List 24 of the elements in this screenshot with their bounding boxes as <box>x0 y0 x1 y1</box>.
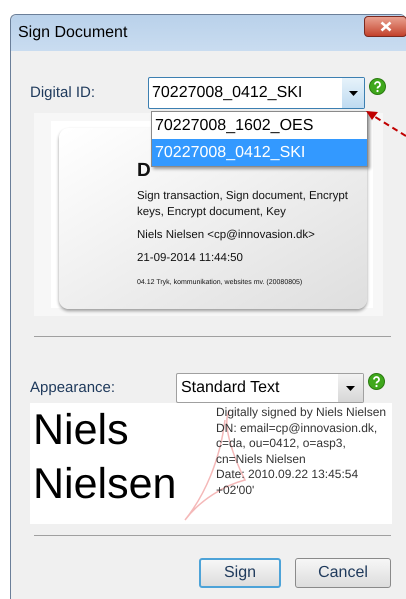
signature-details: Digitally signed by Niels Nielsen <box>216 405 388 420</box>
digital-id-dropdown[interactable]: 70227008_0412_SKI <box>148 77 365 109</box>
dropdown-option[interactable]: 70227008_1602_OES <box>152 112 367 139</box>
signature-name: Niels <box>33 405 129 456</box>
appearance-dropdown[interactable]: Standard Text <box>176 373 364 403</box>
caret-icon <box>346 386 355 390</box>
close-button[interactable] <box>364 16 406 37</box>
help-icon[interactable] <box>368 372 385 390</box>
help-icon[interactable] <box>369 78 386 94</box>
cancel-button[interactable]: Cancel <box>295 558 391 588</box>
signature-details: Date: 2010.09.22 13:45:54 +02'00' <box>216 467 360 498</box>
card-text: Sign transaction, Sign document, Encrypt keys, Encrypt document, Key <box>137 189 349 220</box>
card-text: Niels Nielsen <cp@innovasion.dk> <box>137 228 316 243</box>
field-label: Digital ID: <box>30 82 96 103</box>
signature-name: Nielsen <box>33 459 176 510</box>
close-icon <box>380 21 392 32</box>
field-label: Appearance: <box>30 378 116 398</box>
sign-button[interactable]: Sign <box>199 558 281 588</box>
window-title: Sign Document <box>18 23 128 43</box>
card-text: 21-09-2014 11:44:50 <box>137 251 244 266</box>
arrow-drawing <box>364 108 406 138</box>
card-title: D <box>137 161 152 181</box>
signature-details: DN: email=cp@innovasion.dk, c=da, ou=0412, o=asp3, cn=Niels Nielsen <box>216 420 378 467</box>
caret-icon <box>348 90 358 96</box>
